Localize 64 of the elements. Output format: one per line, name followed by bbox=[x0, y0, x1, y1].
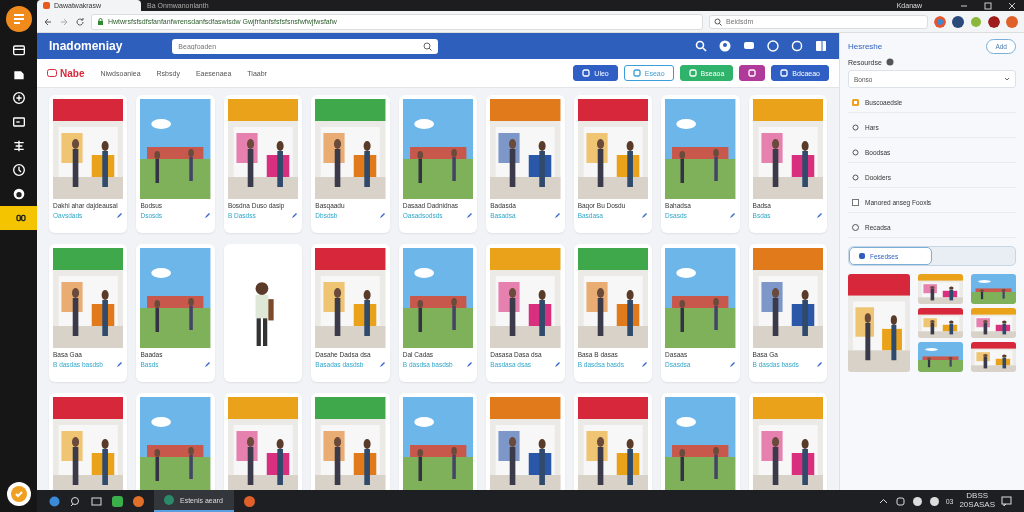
extension-icon[interactable] bbox=[952, 15, 964, 28]
edit-icon[interactable] bbox=[641, 361, 649, 368]
sidebar-icon bbox=[10, 90, 27, 106]
checkbox[interactable] bbox=[852, 198, 859, 206]
app-icon[interactable] bbox=[112, 495, 123, 507]
edit-icon[interactable] bbox=[466, 212, 474, 219]
maximize-icon[interactable] bbox=[984, 1, 992, 10]
extension-icon[interactable] bbox=[988, 15, 1000, 28]
edit-icon[interactable] bbox=[816, 361, 823, 368]
square-icon bbox=[582, 69, 591, 77]
chevron-icon bbox=[1004, 76, 1010, 82]
sidebar-icon bbox=[10, 162, 27, 178]
extension-icon[interactable] bbox=[934, 15, 946, 28]
icon-button[interactable] bbox=[739, 65, 766, 81]
list-icon bbox=[852, 123, 859, 131]
list-icon bbox=[852, 173, 859, 181]
sidebar-icon bbox=[10, 114, 27, 130]
chat-icon[interactable] bbox=[743, 40, 755, 52]
sidebar-icon bbox=[10, 42, 27, 58]
app-icon bbox=[164, 495, 174, 505]
user-icon bbox=[858, 252, 866, 260]
logo-icon bbox=[47, 69, 57, 77]
square-icon bbox=[780, 69, 789, 77]
search-icon[interactable] bbox=[70, 495, 81, 507]
edit-icon[interactable] bbox=[203, 212, 211, 219]
edit-icon[interactable] bbox=[466, 361, 474, 368]
browser-icon[interactable] bbox=[49, 495, 60, 507]
square-icon bbox=[688, 69, 697, 77]
tag-icon bbox=[852, 98, 859, 106]
user-icon[interactable] bbox=[885, 58, 894, 66]
edit-icon[interactable] bbox=[116, 212, 124, 219]
edit-icon[interactable] bbox=[553, 361, 561, 368]
panel-title: Hesreshe bbox=[848, 42, 883, 51]
search-icon[interactable] bbox=[695, 40, 707, 52]
user-icon[interactable] bbox=[719, 40, 731, 52]
app-logo-icon[interactable] bbox=[6, 482, 31, 506]
brand-title[interactable]: Inadomeniay bbox=[49, 39, 123, 53]
app-logo-icon[interactable] bbox=[5, 6, 32, 32]
edit-icon[interactable] bbox=[728, 212, 736, 219]
edit-icon[interactable] bbox=[816, 212, 823, 219]
lock-icon bbox=[97, 18, 104, 25]
clock[interactable]: DBSS 20SASAS bbox=[959, 492, 995, 510]
app-icon[interactable] bbox=[244, 495, 255, 507]
circle-icon bbox=[852, 223, 859, 231]
edit-icon[interactable] bbox=[378, 212, 386, 219]
reload-icon[interactable] bbox=[75, 16, 85, 27]
list-icon bbox=[852, 148, 859, 156]
edit-icon[interactable] bbox=[641, 212, 649, 219]
panel-icon[interactable] bbox=[815, 40, 827, 52]
square-icon bbox=[632, 69, 641, 77]
edit-icon[interactable] bbox=[116, 361, 124, 368]
product-card[interactable] bbox=[223, 244, 303, 382]
close-icon[interactable] bbox=[1008, 1, 1016, 10]
logo-text[interactable]: Nabe bbox=[60, 67, 85, 79]
task-view-icon[interactable] bbox=[91, 495, 102, 507]
edit-icon[interactable] bbox=[203, 361, 211, 368]
square-icon bbox=[748, 69, 757, 77]
search-icon[interactable] bbox=[423, 41, 433, 51]
edit-icon[interactable] bbox=[378, 361, 386, 368]
edit-icon[interactable] bbox=[728, 361, 736, 368]
app-icon[interactable] bbox=[133, 495, 144, 507]
edit-icon[interactable] bbox=[553, 212, 561, 219]
back-icon[interactable] bbox=[43, 16, 53, 27]
edit-icon[interactable] bbox=[291, 212, 299, 219]
